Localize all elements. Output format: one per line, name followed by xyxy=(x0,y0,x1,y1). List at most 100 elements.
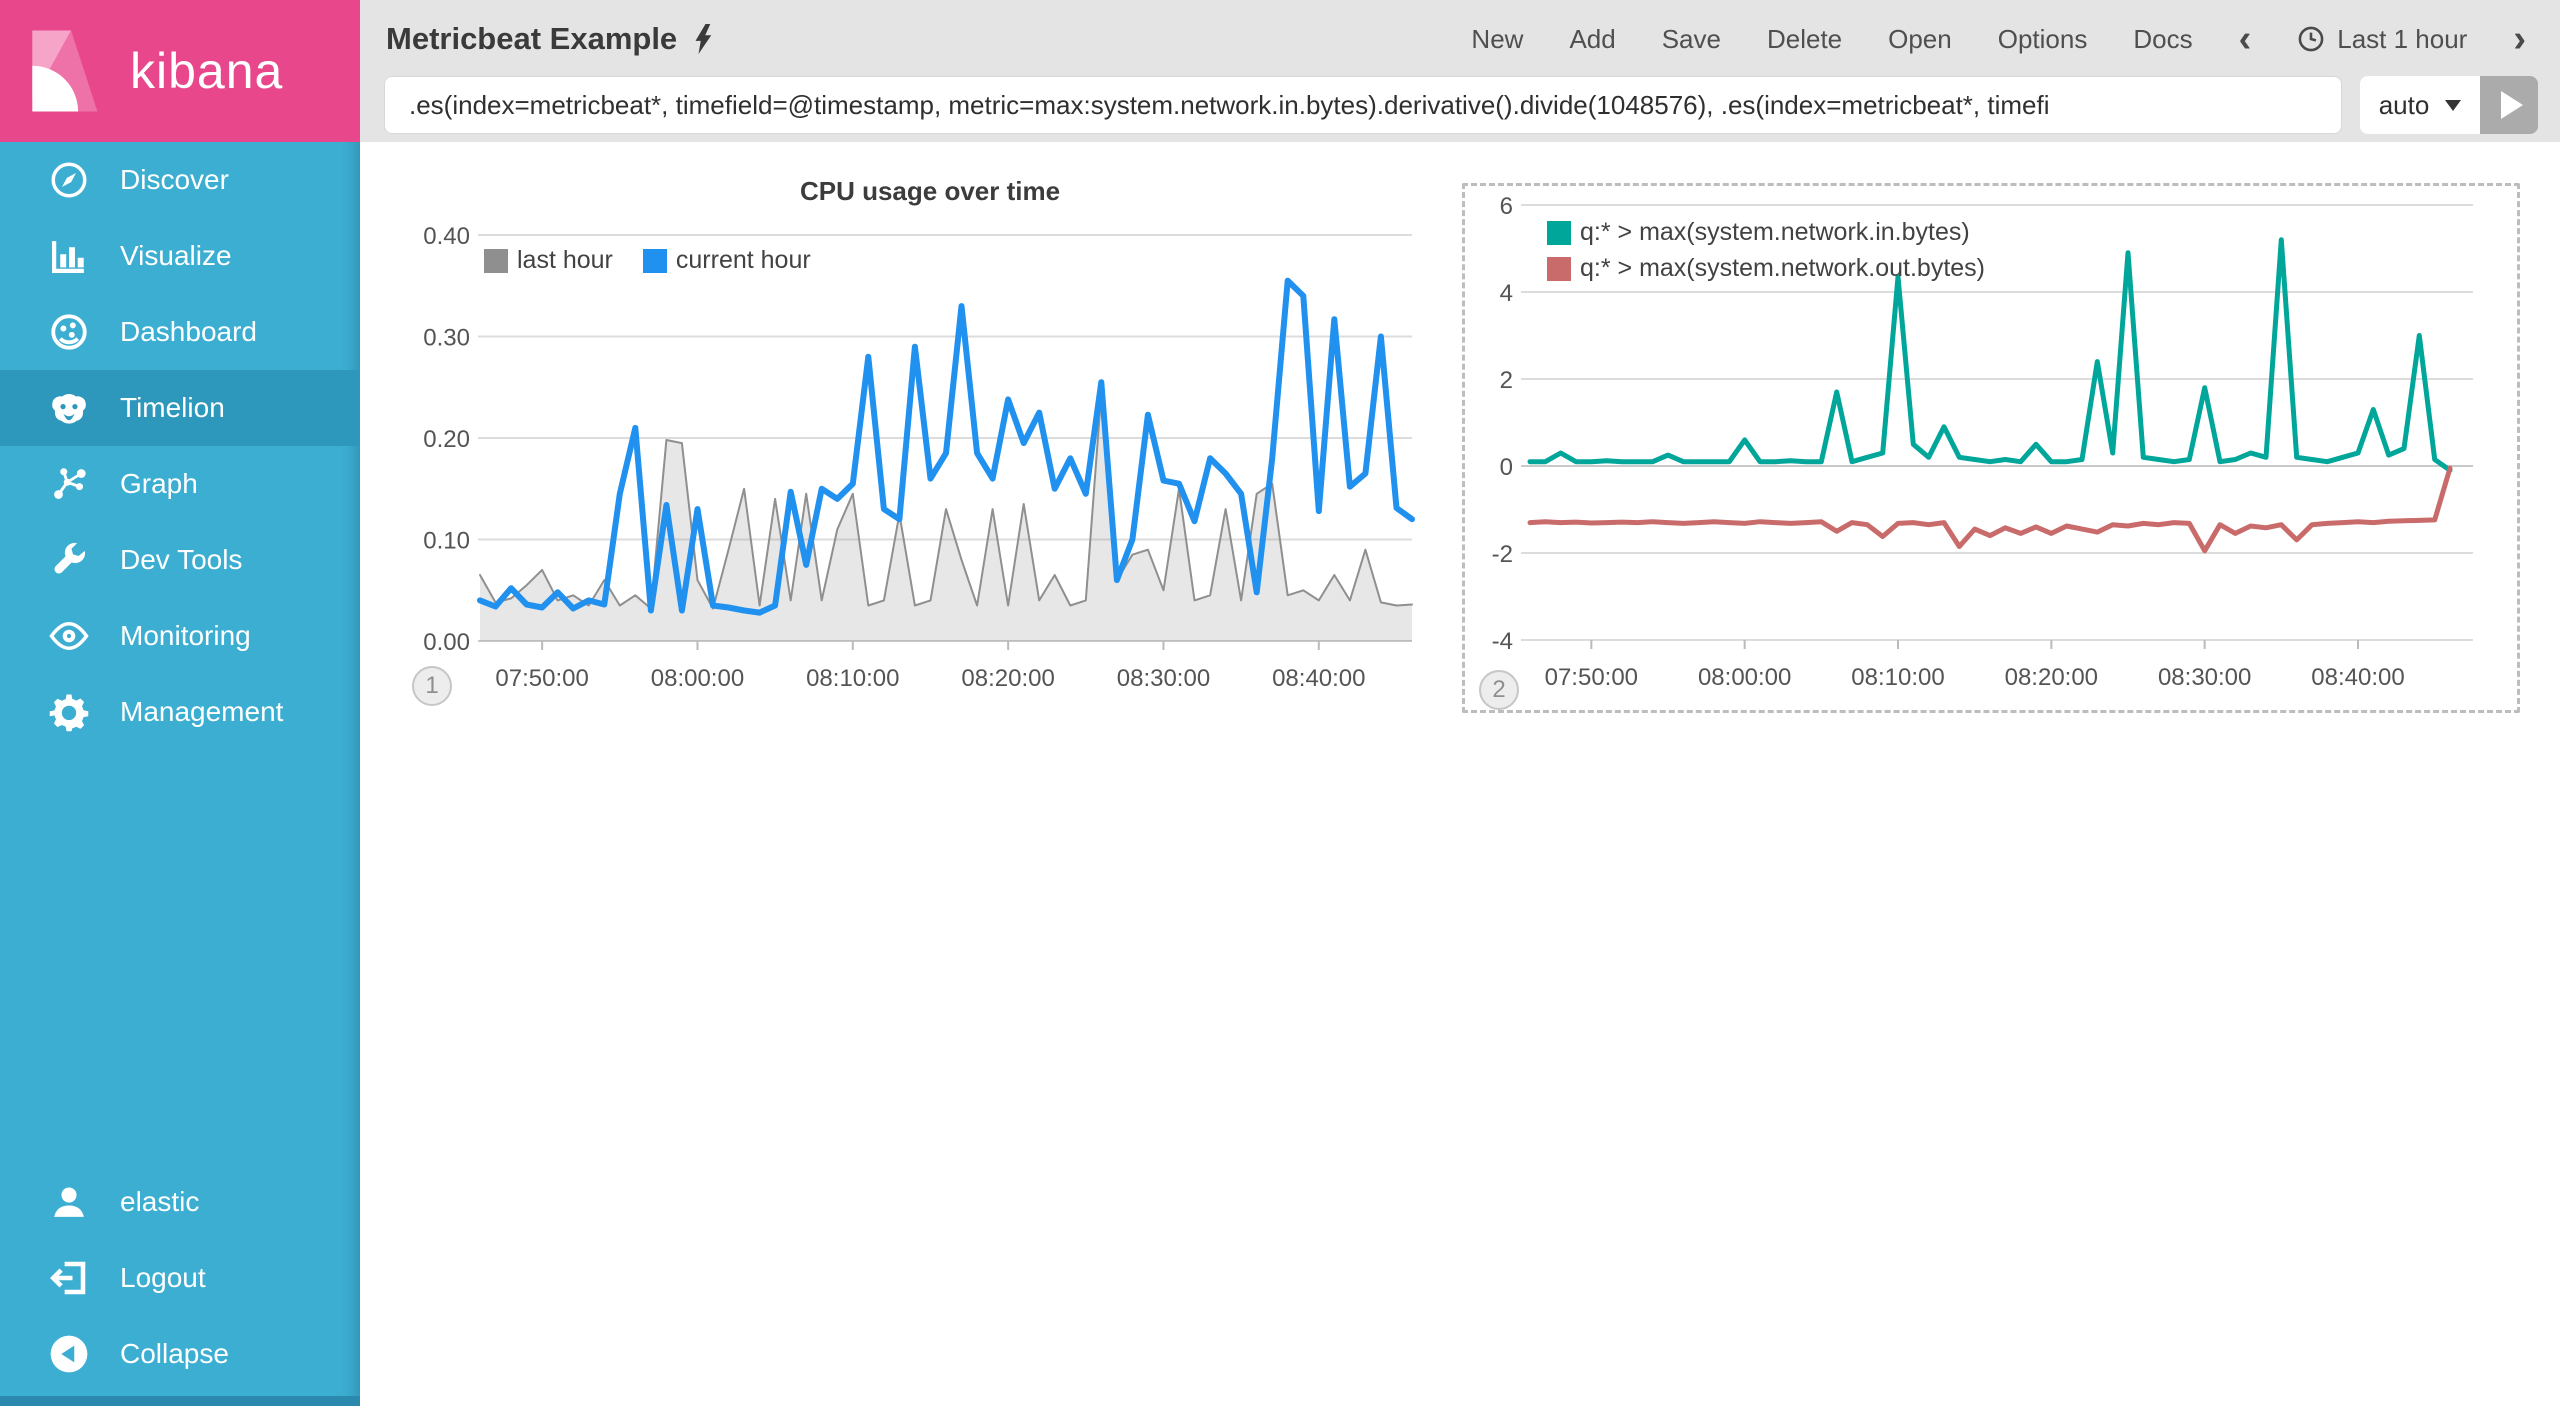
sidebar-item-label: Management xyxy=(120,696,284,727)
sidebar-item-label: Visualize xyxy=(120,240,232,271)
sidebar-item-label: Logout xyxy=(120,1262,206,1293)
sidebar-item-management[interactable]: Management xyxy=(0,674,360,750)
menu-item-new[interactable]: New xyxy=(1471,24,1523,55)
y-axis-label: 4 xyxy=(1500,280,1513,307)
eye-icon xyxy=(48,615,90,657)
legend-swatch xyxy=(1547,256,1571,281)
menu-item-save[interactable]: Save xyxy=(1662,24,1721,55)
clock-icon xyxy=(2297,25,2325,53)
menu-item-docs[interactable]: Docs xyxy=(2133,24,2192,55)
collapse-icon xyxy=(48,1333,90,1375)
y-axis-label: -4 xyxy=(1492,628,1513,655)
kibana-app: kibana Discover Visualize Dashboard Timelio… xyxy=(0,0,2560,1406)
sidebar-item-label: Timelion xyxy=(120,392,225,423)
menu-item-open[interactable]: Open xyxy=(1888,24,1952,55)
y-axis-label: 0.40 xyxy=(423,223,470,250)
sidebar-bottom-strip xyxy=(0,1396,360,1406)
legend-label: last hour xyxy=(517,246,613,274)
lion-icon xyxy=(48,387,90,429)
chevron-left-icon[interactable]: ‹ xyxy=(2239,20,2252,58)
timelion-query-input[interactable] xyxy=(384,76,2342,134)
sidebar-footer: elastic Logout Collapse xyxy=(0,1164,360,1392)
sidebar-item-graph[interactable]: Graph xyxy=(0,446,360,522)
legend-swatch xyxy=(1547,220,1571,245)
legend-label: q:* > max(system.network.out.bytes) xyxy=(1580,254,1986,282)
sidebar-item-label: Monitoring xyxy=(120,620,251,651)
legend-swatch xyxy=(484,248,508,273)
topbar-menu: New Add Save Delete Open Options Docs ‹ Last 1 h… xyxy=(1471,20,2526,58)
y-axis-label: 0.20 xyxy=(423,426,470,453)
legend-item: current hour xyxy=(642,246,811,275)
menu-item-add[interactable]: Add xyxy=(1569,24,1615,55)
chart-number-badge: 2 xyxy=(1479,670,1519,710)
x-axis-label: 08:10:00 xyxy=(806,665,899,692)
sidebar-item-collapse[interactable]: Collapse xyxy=(0,1316,360,1392)
legend-label: current hour xyxy=(675,246,811,274)
sidebar-item-logout[interactable]: Logout xyxy=(0,1240,360,1316)
query-row: auto xyxy=(384,76,2538,134)
x-axis-label: 08:00:00 xyxy=(1698,664,1791,691)
logout-icon xyxy=(48,1257,90,1299)
x-axis-label: 08:20:00 xyxy=(2005,664,2098,691)
sidebar-item-label: Discover xyxy=(120,164,229,195)
wrench-icon xyxy=(48,539,90,581)
lightning-bolt-icon xyxy=(693,23,713,55)
chevron-down-icon xyxy=(2445,99,2462,111)
sidebar-item-discover[interactable]: Discover xyxy=(0,142,360,218)
legend-swatch xyxy=(642,248,667,273)
sidebar-item-label: elastic xyxy=(120,1186,200,1217)
bar-chart-icon xyxy=(48,235,90,277)
timelion-chart-panel-1[interactable]: 0.00 0.10 0.20 0.30 0.40 07:50:00 08:00:00 08:1… xyxy=(400,170,1460,740)
x-axis-label: 08:40:00 xyxy=(2311,664,2404,691)
user-icon xyxy=(48,1181,90,1223)
sidebar-nav: Discover Visualize Dashboard Timelion Graph D… xyxy=(0,142,360,750)
sidebar-item-monitoring[interactable]: Monitoring xyxy=(0,598,360,674)
topbar-title-row: Metricbeat Example New Add Save Delete Open O… xyxy=(360,0,2560,70)
interval-select[interactable]: auto xyxy=(2360,76,2480,134)
x-axis-label: 08:40:00 xyxy=(1272,665,1365,692)
menu-item-options[interactable]: Options xyxy=(1998,24,2088,55)
y-axis-label: 0.00 xyxy=(423,629,470,656)
timelion-chart-panel-2[interactable]: 6 4 2 0 -2 -4 07:50:00 08:00:00 08:10:00 08:20:00… xyxy=(1462,183,2520,713)
chevron-right-icon[interactable]: › xyxy=(2513,20,2526,58)
chart-legend: q:* > max(system.network.in.bytes) q:* > … xyxy=(1547,218,1985,283)
kibana-logo[interactable]: kibana xyxy=(0,0,360,142)
graph-icon xyxy=(48,463,90,505)
sidebar-item-dev-tools[interactable]: Dev Tools xyxy=(0,522,360,598)
kibana-logo-icon xyxy=(20,27,108,115)
series-line xyxy=(1527,465,2453,554)
run-query-button[interactable] xyxy=(2480,76,2538,134)
sidebar-item-dashboard[interactable]: Dashboard xyxy=(0,294,360,370)
gear-icon xyxy=(48,691,90,733)
y-axis-label: 6 xyxy=(1500,193,1513,220)
page-title-text: Metricbeat Example xyxy=(386,21,678,56)
time-picker[interactable]: Last 1 hour xyxy=(2297,24,2467,55)
sidebar-item-label: Dev Tools xyxy=(120,544,243,575)
sidebar-item-elastic[interactable]: elastic xyxy=(0,1164,360,1240)
interval-value: auto xyxy=(2378,89,2430,120)
chart-legend: last hour current hour xyxy=(484,246,811,275)
y-axis-label: 0 xyxy=(1500,454,1513,481)
x-axis-label: 07:50:00 xyxy=(495,665,588,692)
time-range-label: Last 1 hour xyxy=(2337,23,2468,54)
chart-title: CPU usage over time xyxy=(799,176,1061,206)
legend-item: last hour xyxy=(484,246,613,275)
topbar: Metricbeat Example New Add Save Delete Open O… xyxy=(360,0,2560,142)
x-axis-label: 08:20:00 xyxy=(961,665,1054,692)
menu-item-delete[interactable]: Delete xyxy=(1767,24,1842,55)
compass-icon xyxy=(48,159,90,201)
dashboard-icon xyxy=(48,311,90,353)
x-axis-label: 07:50:00 xyxy=(1545,664,1638,691)
x-axis-label: 08:30:00 xyxy=(1117,665,1210,692)
legend-label: q:* > max(system.network.in.bytes) xyxy=(1580,218,1970,246)
sidebar-item-visualize[interactable]: Visualize xyxy=(0,218,360,294)
sidebar-item-timelion[interactable]: Timelion xyxy=(0,370,360,446)
page-title: Metricbeat Example xyxy=(386,21,713,57)
legend-item: q:* > max(system.network.in.bytes) xyxy=(1547,218,1985,247)
sidebar: kibana Discover Visualize Dashboard Timelio… xyxy=(0,0,360,1406)
x-axis-label: 08:00:00 xyxy=(651,665,744,692)
y-axis-label: -2 xyxy=(1492,541,1513,568)
y-axis-label: 0.30 xyxy=(423,325,470,352)
sidebar-item-label: Collapse xyxy=(120,1338,229,1369)
sidebar-item-label: Graph xyxy=(120,468,198,499)
